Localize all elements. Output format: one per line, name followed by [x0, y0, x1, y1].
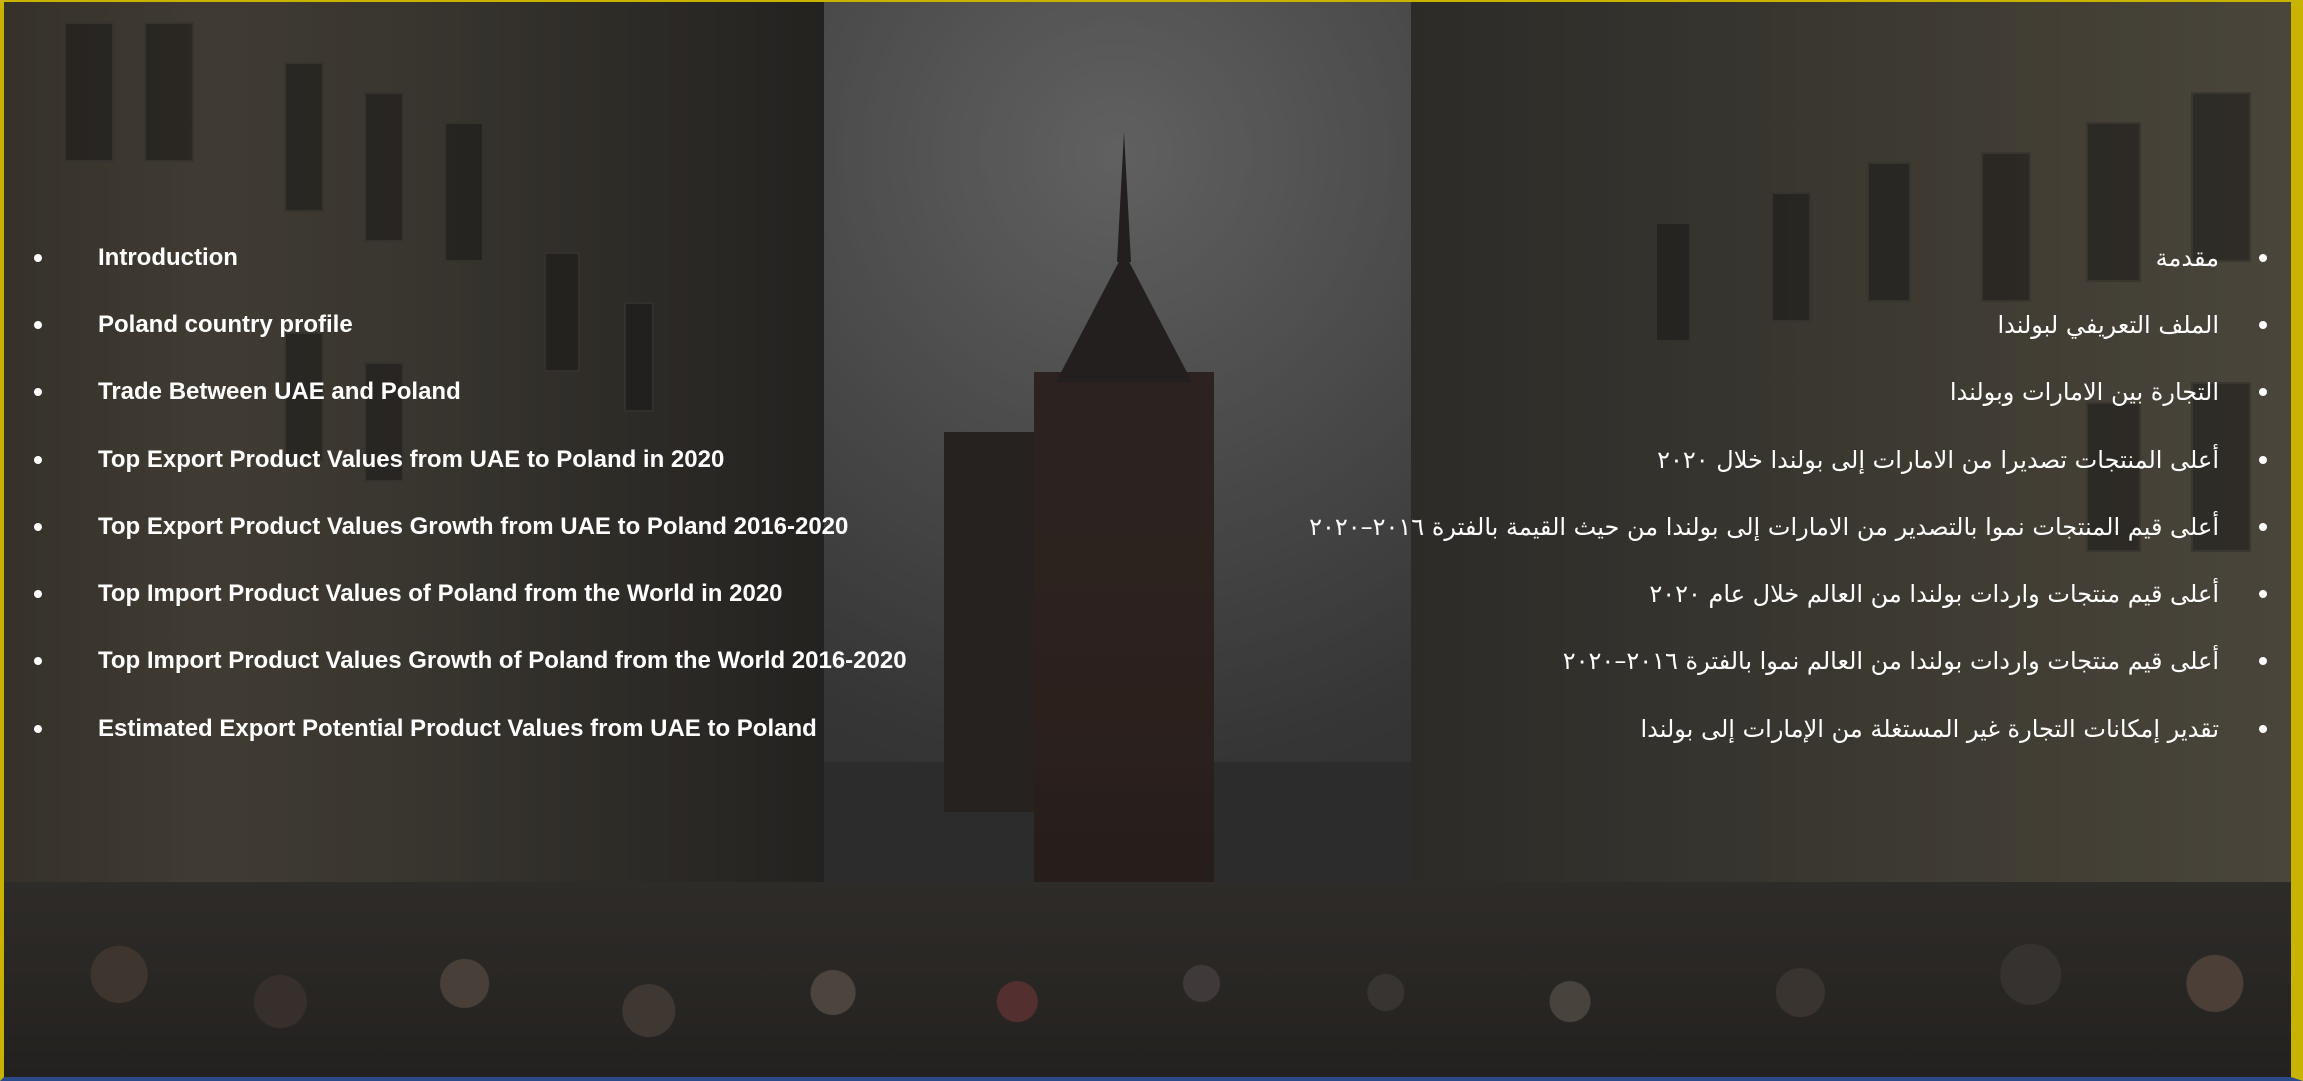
agenda-item-ar-text: أعلى قيم منتجات واردات بولندا من العالم … — [1562, 647, 2219, 676]
agenda-item-en-text: Poland country profile — [98, 310, 353, 338]
agenda-item-ar: الملف التعريفي لبولندا — [1309, 291, 2267, 358]
bullet-icon — [2259, 253, 2267, 262]
bullet-icon — [2259, 590, 2267, 599]
agenda-item-en-text: Trade Between UAE and Poland — [98, 378, 461, 406]
bullet-icon — [34, 455, 42, 464]
agenda-item-ar-text: مقدمة — [2155, 243, 2219, 272]
agenda-item-ar: أعلى قيم منتجات واردات بولندا من العالم … — [1309, 560, 2267, 627]
agenda-item-en-text: Estimated Export Potential Product Value… — [98, 714, 817, 742]
agenda-item-ar: مقدمة — [1309, 224, 2267, 291]
agenda-list-english: Introduction Poland country profile Trad… — [34, 224, 907, 762]
agenda-item-ar: تقدير إمكانات التجارة غير المستغلة من ال… — [1309, 695, 2267, 762]
agenda-item-en: Top Export Product Values from UAE to Po… — [34, 426, 907, 493]
bullet-icon — [34, 724, 42, 733]
agenda-item-ar-text: أعلى قيم المنتجات نموا بالتصدير من الاما… — [1309, 512, 2219, 541]
agenda-item-ar-text: أعلى قيم منتجات واردات بولندا من العالم … — [1649, 580, 2219, 609]
agenda-item-en: Top Import Product Values of Poland from… — [34, 560, 907, 627]
bullet-icon — [2259, 724, 2267, 733]
bullet-icon — [2259, 455, 2267, 464]
agenda-list-arabic: مقدمة الملف التعريفي لبولندا التجارة بين… — [1309, 224, 2267, 762]
agenda-slide: Introduction Poland country profile Trad… — [0, 0, 2303, 1081]
bullet-icon — [2259, 388, 2267, 397]
agenda-item-ar-text: تقدير إمكانات التجارة غير المستغلة من ال… — [1640, 714, 2219, 743]
bullet-icon — [34, 522, 42, 531]
agenda-item-ar: أعلى قيم منتجات واردات بولندا من العالم … — [1309, 628, 2267, 695]
agenda-item-en-text: Top Export Product Values from UAE to Po… — [98, 445, 725, 473]
agenda-item-en: Top Import Product Values Growth of Pola… — [34, 628, 907, 695]
agenda-item-en-text: Top Import Product Values Growth of Pola… — [98, 647, 907, 675]
bullet-icon — [2259, 320, 2267, 329]
agenda-item-en: Estimated Export Potential Product Value… — [34, 695, 907, 762]
agenda-item-en-text: Top Export Product Values Growth from UA… — [98, 512, 849, 540]
agenda-item-en: Poland country profile — [34, 291, 907, 358]
agenda-item-ar: أعلى المنتجات تصديرا من الامارات إلى بول… — [1309, 426, 2267, 493]
agenda-item-ar-text: أعلى المنتجات تصديرا من الامارات إلى بول… — [1657, 445, 2219, 474]
bullet-icon — [34, 657, 42, 666]
bullet-icon — [34, 388, 42, 397]
bullet-icon — [2259, 657, 2267, 666]
bullet-icon — [34, 253, 42, 262]
agenda-item-ar-text: التجارة بين الامارات وبولندا — [1949, 378, 2219, 407]
agenda-item-en: Introduction — [34, 224, 907, 291]
agenda-item-en-text: Top Import Product Values of Poland from… — [98, 580, 783, 608]
agenda-item-ar: أعلى قيم المنتجات نموا بالتصدير من الاما… — [1309, 493, 2267, 560]
agenda-item-ar: التجارة بين الامارات وبولندا — [1309, 359, 2267, 426]
bullet-icon — [2259, 522, 2267, 531]
bullet-icon — [34, 590, 42, 599]
agenda-item-ar-text: الملف التعريفي لبولندا — [1997, 310, 2219, 339]
agenda-item-en-text: Introduction — [98, 243, 238, 271]
agenda-item-en: Top Export Product Values Growth from UA… — [34, 493, 907, 560]
agenda-item-en: Trade Between UAE and Poland — [34, 359, 907, 426]
bullet-icon — [34, 320, 42, 329]
